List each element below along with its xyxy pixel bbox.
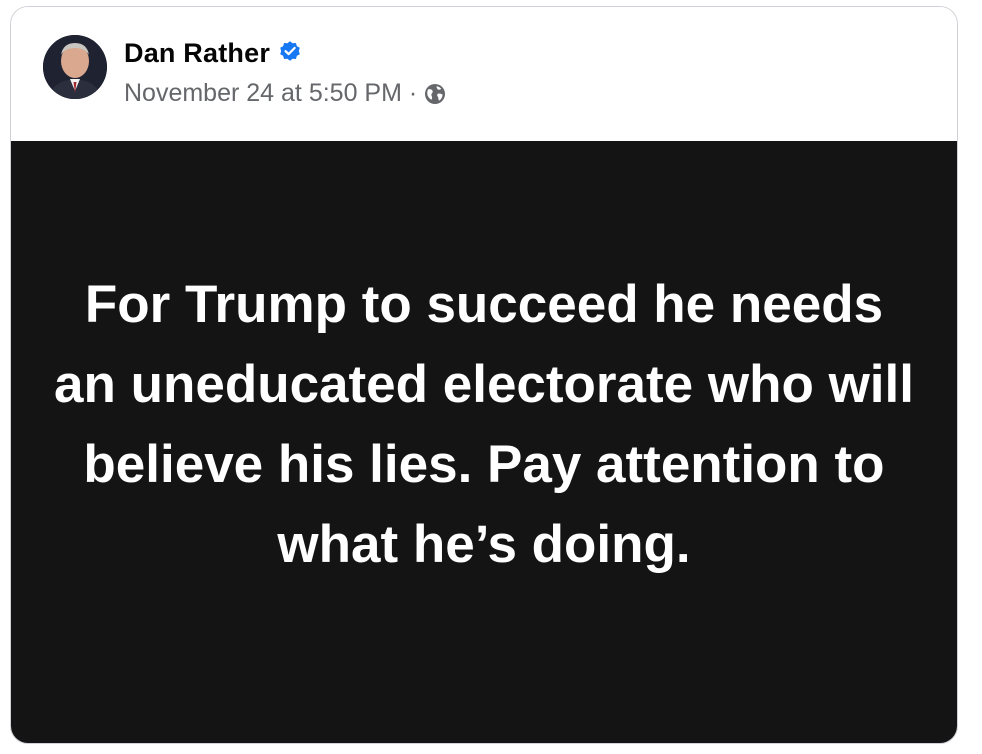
post-timestamp[interactable]: November 24 at 5:50 PM bbox=[124, 79, 402, 108]
author-name[interactable]: Dan Rather bbox=[124, 38, 270, 69]
avatar-image bbox=[43, 35, 107, 99]
meta-separator: · bbox=[408, 78, 418, 107]
post-header: Dan Rather November 24 at 5:50 PM · bbox=[11, 7, 957, 141]
verified-badge-icon bbox=[278, 39, 302, 63]
post-meta: November 24 at 5:50 PM · bbox=[124, 77, 447, 109]
avatar[interactable] bbox=[43, 35, 107, 99]
post-text: For Trump to succeed he needs an uneduca… bbox=[54, 275, 914, 574]
post-text-background[interactable]: For Trump to succeed he needs an uneduca… bbox=[11, 141, 957, 743]
post-card: Dan Rather November 24 at 5:50 PM · For … bbox=[10, 6, 958, 744]
globe-icon[interactable] bbox=[423, 82, 447, 106]
author-row: Dan Rather bbox=[124, 35, 302, 71]
